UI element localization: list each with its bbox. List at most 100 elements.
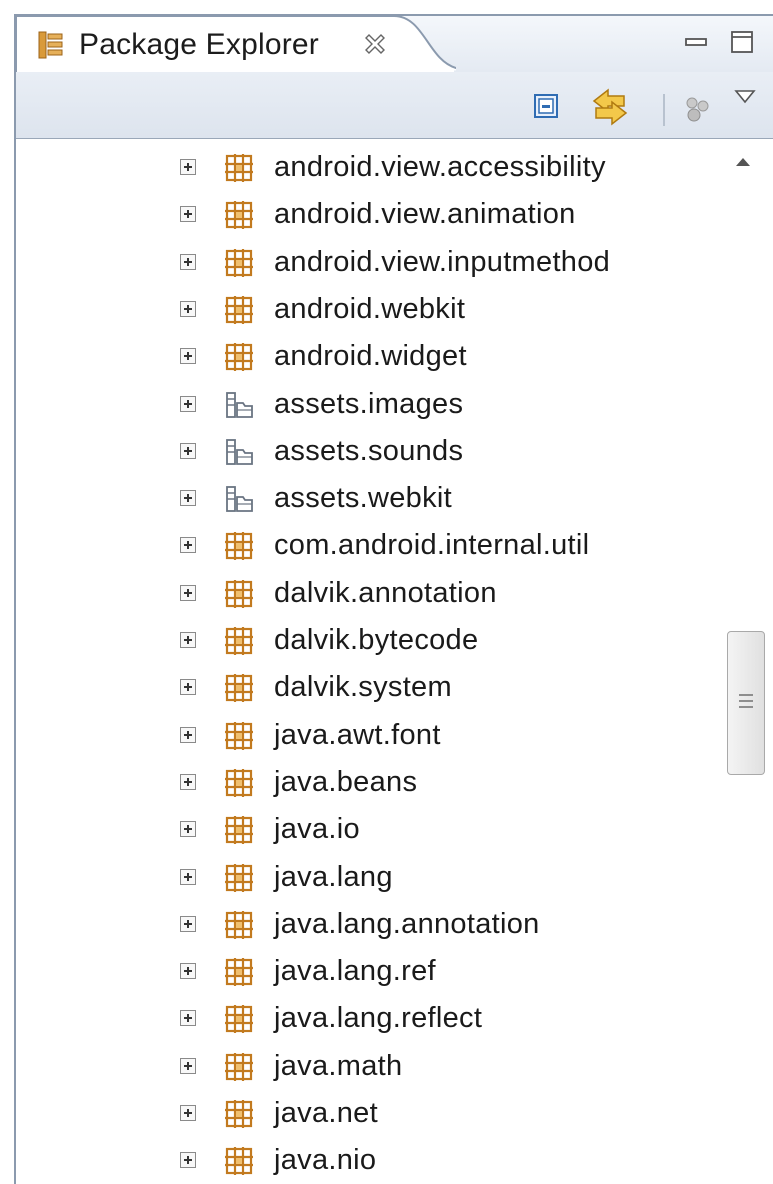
package-icon — [224, 815, 254, 845]
tree-item-label: android.widget — [274, 340, 467, 373]
toolbar-separator — [663, 94, 665, 126]
expand-toggle-icon[interactable] — [180, 442, 196, 459]
package-icon — [224, 200, 254, 230]
expand-toggle-icon[interactable] — [180, 868, 196, 885]
tree-item[interactable]: assets.webkit — [16, 476, 716, 524]
tree-item[interactable]: dalvik.system — [16, 665, 716, 713]
expand-toggle-icon[interactable] — [180, 537, 196, 554]
package-icon — [224, 673, 254, 703]
package-icon — [224, 1052, 254, 1082]
tree-item[interactable]: java.beans — [16, 760, 716, 808]
package-icon — [224, 248, 254, 278]
tab-title: Package Explorer — [79, 28, 319, 61]
expand-toggle-icon[interactable] — [180, 726, 196, 743]
scrollbar-grip-line — [739, 706, 753, 708]
focus-on-active-task-icon[interactable] — [682, 94, 712, 124]
expand-toggle-icon[interactable] — [180, 159, 196, 175]
tree-item[interactable]: java.lang.ref — [16, 949, 716, 997]
scroll-up-arrow-icon[interactable] — [732, 151, 754, 173]
tree-item-label: java.io — [274, 813, 360, 846]
package-explorer-tab[interactable]: Package Explorer — [16, 16, 456, 74]
tree-item-label: java.lang.annotation — [274, 907, 540, 940]
maximize-icon[interactable] — [728, 28, 756, 56]
package-icon — [224, 721, 254, 751]
expand-toggle-icon[interactable] — [180, 1057, 196, 1074]
tree-item-label: com.android.internal.util — [274, 529, 590, 562]
package-icon — [224, 295, 254, 325]
view-tab-bar: Package Explorer — [16, 16, 773, 74]
expand-toggle-icon[interactable] — [180, 1152, 196, 1169]
tree-item[interactable]: java.io — [16, 807, 716, 855]
tree-item-label: android.view.animation — [274, 198, 576, 231]
expand-toggle-icon[interactable] — [180, 206, 196, 223]
tree-item-label: assets.webkit — [274, 482, 452, 515]
tree-item-label: java.lang — [274, 860, 393, 893]
expand-toggle-icon[interactable] — [180, 584, 196, 601]
tree-item[interactable]: java.math — [16, 1044, 716, 1092]
tree-item[interactable]: android.view.inputmethod — [16, 240, 716, 288]
tree-item[interactable]: java.lang.reflect — [16, 996, 716, 1044]
package-explorer-view: Package Explorer android.view.accessibil… — [14, 14, 773, 1184]
scrollbar-thumb[interactable] — [727, 631, 765, 775]
folder-icon — [224, 484, 254, 514]
tree-item[interactable]: java.net — [16, 1091, 716, 1139]
tree-item[interactable]: java.lang — [16, 855, 716, 903]
tree-item-label: java.lang.reflect — [274, 1002, 483, 1035]
expand-toggle-icon[interactable] — [180, 348, 196, 365]
scrollbar-grip-line — [739, 694, 753, 696]
collapse-all-icon[interactable] — [532, 92, 562, 122]
package-icon — [224, 863, 254, 893]
expand-toggle-icon[interactable] — [180, 632, 196, 648]
expand-toggle-icon[interactable] — [180, 679, 196, 696]
tree-item-label: dalvik.system — [274, 671, 452, 704]
expand-toggle-icon[interactable] — [180, 253, 196, 270]
expand-toggle-icon[interactable] — [180, 1010, 196, 1027]
tree-item-label: java.net — [274, 1097, 378, 1129]
tree-item[interactable]: android.webkit — [16, 287, 716, 335]
tree-item-label: dalvik.bytecode — [274, 624, 479, 656]
folder-icon — [224, 390, 254, 420]
tree-item-label: java.lang.ref — [274, 955, 436, 988]
expand-toggle-icon[interactable] — [180, 773, 196, 790]
package-icon — [224, 626, 254, 656]
package-explorer-icon — [38, 31, 63, 59]
package-icon — [224, 957, 254, 987]
expand-toggle-icon[interactable] — [180, 963, 196, 980]
tree-item[interactable]: android.widget — [16, 334, 716, 382]
tree-item-label: java.beans — [274, 765, 418, 798]
expand-toggle-icon[interactable] — [180, 1105, 196, 1121]
tree-item[interactable]: java.awt.font — [16, 713, 716, 761]
expand-toggle-icon[interactable] — [180, 300, 196, 317]
scrollbar-grip-line — [739, 700, 753, 702]
tree-item-label: android.view.inputmethod — [274, 245, 611, 278]
tree-item[interactable]: com.android.internal.util — [16, 523, 716, 571]
link-with-editor-icon[interactable] — [590, 86, 630, 128]
tree-item-label: java.awt.font — [274, 718, 441, 751]
close-icon[interactable] — [363, 32, 387, 56]
tree-item-label: assets.sounds — [274, 434, 464, 467]
tree-item[interactable]: assets.images — [16, 382, 716, 430]
tree-item[interactable]: assets.sounds — [16, 429, 716, 477]
tree-item[interactable]: java.nio — [16, 1138, 716, 1184]
tree-item[interactable]: android.view.accessibility — [16, 145, 716, 193]
package-icon — [224, 1146, 254, 1176]
expand-toggle-icon[interactable] — [180, 395, 196, 412]
tree-item-label: java.nio — [274, 1144, 377, 1177]
package-icon — [224, 1099, 254, 1129]
tree-item[interactable]: dalvik.bytecode — [16, 618, 716, 666]
minimize-icon[interactable] — [682, 28, 710, 56]
package-icon — [224, 768, 254, 798]
tree-item[interactable]: dalvik.annotation — [16, 571, 716, 619]
package-icon — [224, 342, 254, 372]
package-icon — [224, 910, 254, 940]
expand-toggle-icon[interactable] — [180, 821, 196, 838]
tree-item[interactable]: android.view.animation — [16, 192, 716, 240]
package-icon — [224, 153, 254, 183]
expand-toggle-icon[interactable] — [180, 490, 196, 507]
tree-item[interactable]: java.lang.annotation — [16, 902, 716, 950]
view-menu-icon[interactable] — [734, 88, 756, 106]
vertical-scrollbar[interactable] — [721, 139, 771, 1184]
view-toolbar — [16, 72, 773, 139]
tree-item-label: android.view.accessibility — [274, 151, 606, 183]
expand-toggle-icon[interactable] — [180, 915, 196, 932]
